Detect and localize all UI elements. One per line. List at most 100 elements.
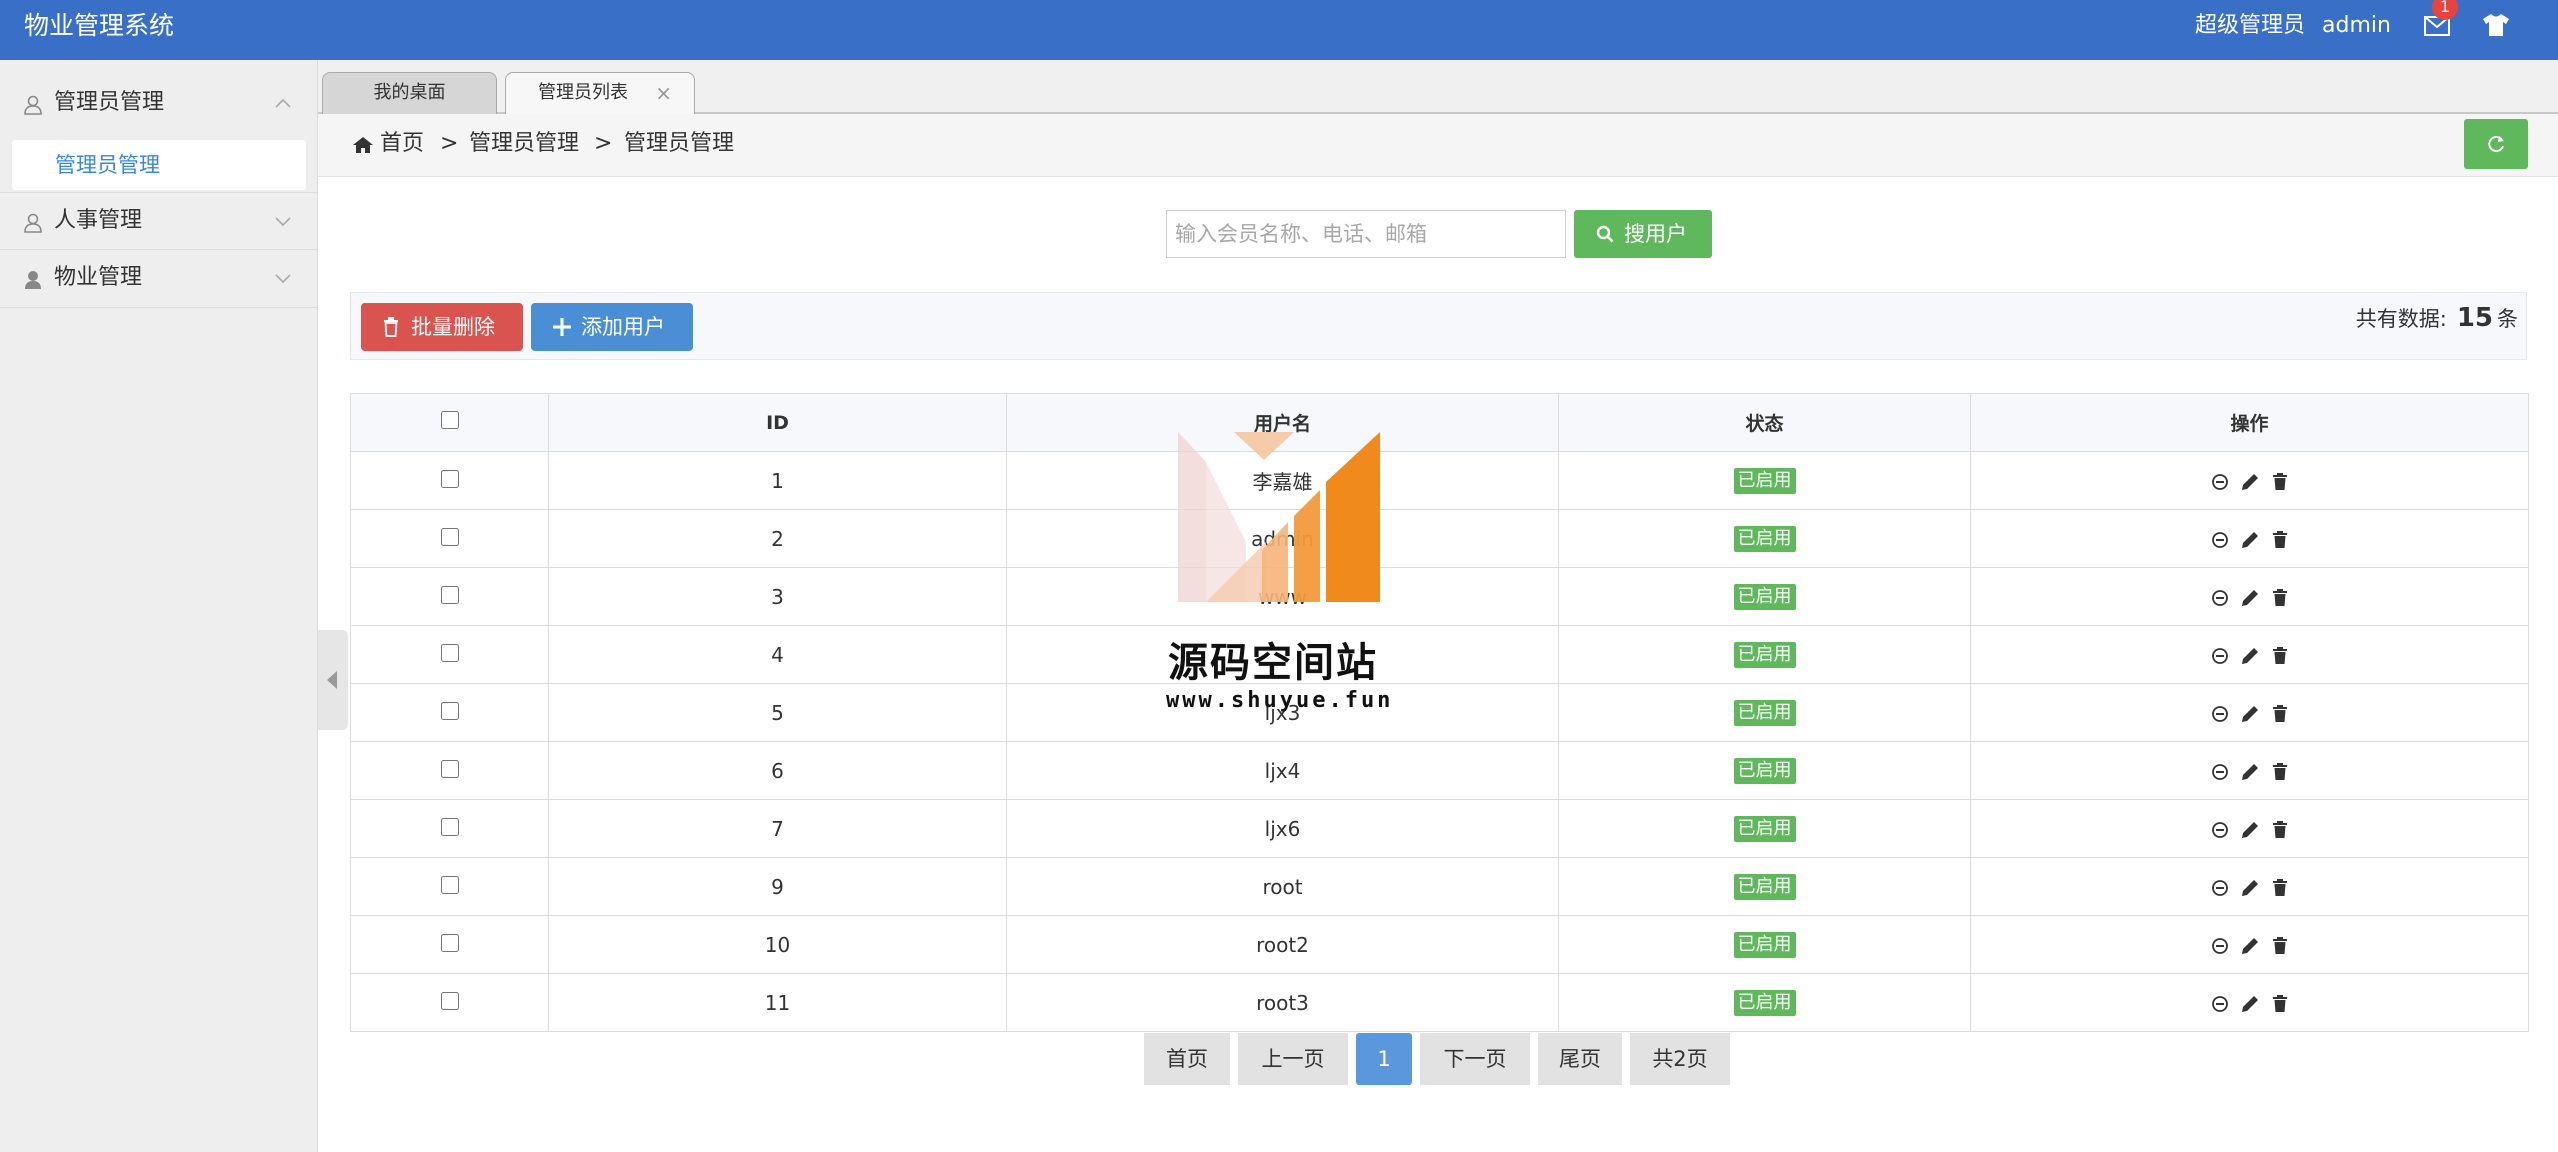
- row-select-cell: [350, 741, 549, 800]
- breadcrumb-item: 管理员管理: [624, 131, 735, 156]
- tab-bar: 我的桌面 管理员列表 ×: [318, 60, 2558, 114]
- trash-icon[interactable]: [2271, 821, 2289, 839]
- column-header-id: ID: [548, 393, 1007, 452]
- table-row: 3www已启用: [350, 567, 2529, 626]
- row-actions: [1970, 625, 2529, 684]
- trash-icon[interactable]: [2271, 647, 2289, 665]
- edit-icon[interactable]: [2241, 937, 2259, 955]
- disable-icon[interactable]: [2211, 995, 2229, 1013]
- status-badge: 已启用: [1733, 990, 1796, 1016]
- page-first-button[interactable]: 首页: [1144, 1033, 1230, 1085]
- shirt-icon[interactable]: [2482, 13, 2510, 37]
- trash-icon[interactable]: [2271, 763, 2289, 781]
- row-checkbox[interactable]: [440, 875, 459, 894]
- row-checkbox[interactable]: [440, 933, 459, 952]
- row-checkbox[interactable]: [440, 643, 459, 662]
- sidebar-group-label: 物业管理: [54, 265, 143, 290]
- status-badge: 已启用: [1733, 642, 1796, 668]
- edit-icon[interactable]: [2241, 705, 2259, 723]
- sidebar-group-admin[interactable]: 管理员管理: [0, 75, 318, 133]
- row-status-cell: 已启用: [1558, 625, 1971, 684]
- row-status-cell: 已启用: [1558, 683, 1971, 742]
- edit-icon[interactable]: [2241, 473, 2259, 491]
- row-status-cell: 已启用: [1558, 915, 1971, 974]
- row-username: root3: [1006, 973, 1559, 1032]
- disable-icon[interactable]: [2211, 821, 2229, 839]
- refresh-button[interactable]: [2464, 119, 2528, 169]
- status-badge: 已启用: [1733, 874, 1796, 900]
- edit-icon[interactable]: [2241, 995, 2259, 1013]
- row-id: 4: [548, 625, 1007, 684]
- sidebar-group-label: 人事管理: [54, 208, 143, 233]
- table-row: 5 ljx3 已启用: [350, 683, 2529, 742]
- disable-icon[interactable]: [2211, 937, 2229, 955]
- row-status-cell: 已启用: [1558, 509, 1971, 568]
- table-row: 7 ljx6 已启用: [350, 799, 2529, 858]
- disable-icon[interactable]: [2211, 705, 2229, 723]
- search-user-button[interactable]: 搜用户: [1574, 210, 1712, 258]
- edit-icon[interactable]: [2241, 589, 2259, 607]
- trash-icon[interactable]: [2271, 879, 2289, 897]
- admin-table: ID 用户名 状态 操作 1李嘉雄已启用2admin已启用3www已启用4 已启用…: [350, 393, 2529, 1032]
- edit-icon[interactable]: [2241, 531, 2259, 549]
- watermark-title: 源码空间站: [1168, 640, 1378, 686]
- tab-admin-list[interactable]: 管理员列表 ×: [505, 72, 695, 114]
- page-current-button[interactable]: 1: [1356, 1033, 1412, 1085]
- search-input[interactable]: [1166, 210, 1566, 258]
- edit-icon[interactable]: [2241, 879, 2259, 897]
- user-name-link[interactable]: admin: [2322, 11, 2391, 41]
- row-checkbox[interactable]: [440, 991, 459, 1010]
- disable-icon[interactable]: [2211, 473, 2229, 491]
- table-row: 10 root2 已启用: [350, 915, 2529, 974]
- add-user-button[interactable]: 添加用户: [531, 303, 693, 351]
- row-actions: [1970, 857, 2529, 916]
- disable-icon[interactable]: [2211, 531, 2229, 549]
- sidebar-group-label: 管理员管理: [54, 90, 165, 115]
- mail-badge: 1: [2432, 0, 2458, 20]
- row-username: ljx4: [1006, 741, 1559, 800]
- row-id: 2: [548, 509, 1007, 568]
- row-id: 9: [548, 857, 1007, 916]
- tab-label: 我的桌面: [373, 82, 446, 103]
- trash-icon[interactable]: [2271, 589, 2289, 607]
- disable-icon[interactable]: [2211, 879, 2229, 897]
- trash-icon[interactable]: [2271, 937, 2289, 955]
- row-checkbox[interactable]: [440, 701, 459, 720]
- trash-icon[interactable]: [2271, 531, 2289, 549]
- table-row: 9 root 已启用: [350, 857, 2529, 916]
- select-all-cell: [350, 393, 549, 452]
- page-last-button[interactable]: 尾页: [1538, 1033, 1622, 1085]
- row-status-cell: 已启用: [1558, 799, 1971, 858]
- close-icon[interactable]: ×: [655, 73, 672, 113]
- row-actions: [1970, 799, 2529, 858]
- sidebar-collapse-handle[interactable]: [318, 630, 348, 730]
- select-all-checkbox[interactable]: [440, 411, 459, 429]
- row-id: 3: [548, 567, 1007, 626]
- trash-icon: [384, 317, 398, 337]
- disable-icon[interactable]: [2211, 647, 2229, 665]
- edit-icon[interactable]: [2241, 763, 2259, 781]
- trash-icon[interactable]: [2271, 705, 2289, 723]
- row-checkbox[interactable]: [440, 817, 459, 836]
- batch-delete-button[interactable]: 批量删除: [361, 303, 523, 351]
- disable-icon[interactable]: [2211, 763, 2229, 781]
- row-id: 11: [548, 973, 1007, 1032]
- sidebar-group-hr[interactable]: 人事管理: [0, 192, 318, 250]
- sidebar-item-admin-manage[interactable]: 管理员管理: [12, 140, 306, 190]
- row-checkbox[interactable]: [440, 527, 459, 546]
- edit-icon[interactable]: [2241, 821, 2259, 839]
- breadcrumb-home[interactable]: 首页: [380, 128, 424, 160]
- row-checkbox[interactable]: [440, 759, 459, 778]
- row-checkbox[interactable]: [440, 585, 459, 604]
- trash-icon[interactable]: [2271, 473, 2289, 491]
- breadcrumb-item[interactable]: 管理员管理: [469, 128, 579, 160]
- edit-icon[interactable]: [2241, 647, 2259, 665]
- page-next-button[interactable]: 下一页: [1420, 1033, 1530, 1085]
- sidebar-group-property[interactable]: 物业管理: [0, 250, 318, 308]
- page-prev-button[interactable]: 上一页: [1238, 1033, 1348, 1085]
- user-solid-icon: [25, 271, 41, 289]
- trash-icon[interactable]: [2271, 995, 2289, 1013]
- tab-desktop[interactable]: 我的桌面: [322, 72, 497, 114]
- disable-icon[interactable]: [2211, 589, 2229, 607]
- row-checkbox[interactable]: [440, 469, 459, 488]
